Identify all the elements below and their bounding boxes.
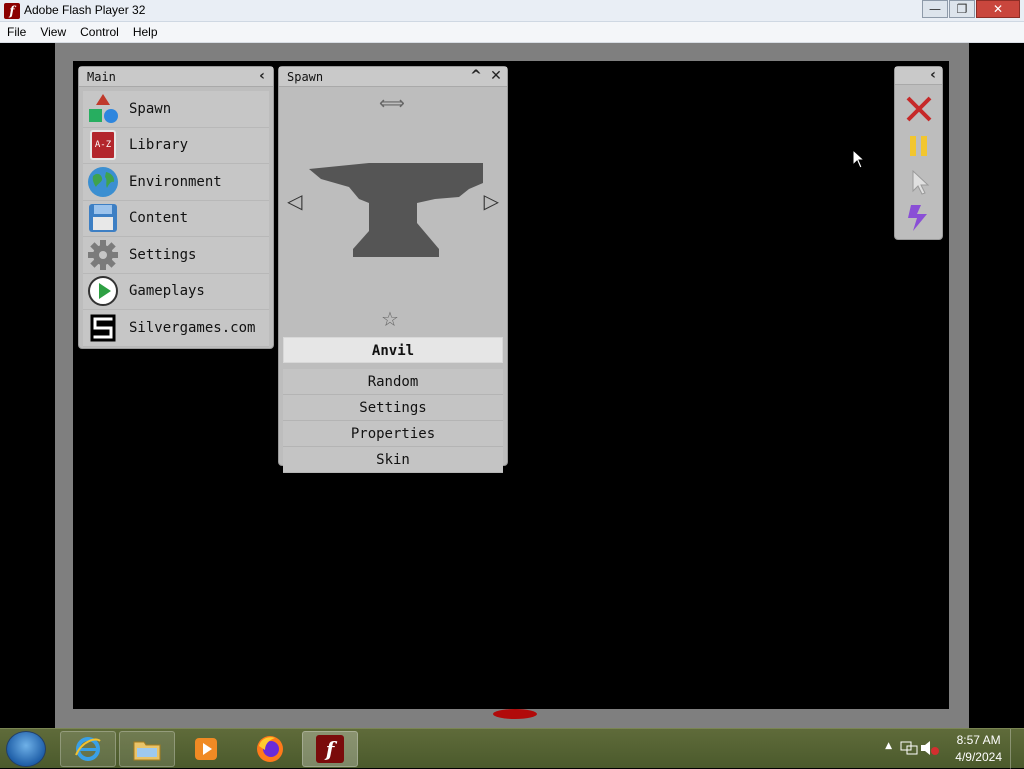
title-bar: f Adobe Flash Player 32 — ❐ ✕ <box>0 0 1024 22</box>
main-panel-title: Main <box>87 70 116 84</box>
window-title: Adobe Flash Player 32 <box>24 3 146 17</box>
main-item-library[interactable]: A-Z Library <box>83 127 269 164</box>
main-panel: Main ‹ Spawn A-Z Library Environment Con… <box>78 66 274 349</box>
clock-date: 4/9/2024 <box>955 750 1002 764</box>
flash-player-icon[interactable]: f <box>302 731 358 767</box>
main-item-label: Library <box>129 137 189 154</box>
main-item-spawn[interactable]: Spawn <box>83 91 269 128</box>
tray-expand-icon[interactable]: ▲ <box>885 741 892 751</box>
window-controls: — ❐ ✕ <box>921 0 1020 18</box>
main-item-gameplays[interactable]: Gameplays <box>83 273 269 310</box>
minimize-button[interactable]: — <box>922 0 948 18</box>
pause-icon[interactable] <box>909 135 929 161</box>
firefox-icon[interactable] <box>242 731 298 767</box>
main-item-label: Spawn <box>129 100 172 117</box>
menu-control[interactable]: Control <box>73 22 126 42</box>
internet-explorer-icon[interactable] <box>60 731 116 767</box>
spawn-panel-title: Spawn <box>287 70 324 84</box>
taskbar-clock[interactable]: 8:57 AM 4/9/2024 <box>955 732 1002 766</box>
lightning-icon[interactable] <box>905 203 933 237</box>
collapse-chevron-icon[interactable]: ‹ <box>924 67 942 85</box>
main-item-content[interactable]: Content <box>83 200 269 237</box>
main-item-label: Gameplays <box>129 283 205 300</box>
media-player-icon[interactable] <box>178 731 234 767</box>
main-item-label: Environment <box>129 173 222 190</box>
play-icon <box>83 275 123 307</box>
close-icon[interactable]: ✕ <box>487 68 505 86</box>
spawn-panel-header[interactable]: Spawn ^ ✕ <box>279 67 507 87</box>
skin-button[interactable]: Skin <box>283 447 503 473</box>
silvergames-logo-icon <box>83 312 123 344</box>
next-arrow-icon[interactable]: ▷ <box>484 189 499 213</box>
menu-view[interactable]: View <box>33 22 73 42</box>
globe-icon <box>83 166 123 198</box>
floppy-disk-icon <box>83 202 123 234</box>
network-icon[interactable] <box>900 740 918 760</box>
volume-muted-icon[interactable] <box>920 740 940 760</box>
main-panel-header[interactable]: Main ‹ <box>79 67 273 87</box>
main-item-label: Settings <box>129 246 197 263</box>
flash-taskbar-glyph: f <box>316 735 344 763</box>
selected-item-anvil[interactable]: Anvil <box>283 337 503 363</box>
pointer-icon[interactable] <box>911 169 931 199</box>
main-item-settings[interactable]: Settings <box>83 237 269 274</box>
main-menu-list: Spawn A-Z Library Environment Content Se… <box>79 87 273 347</box>
library-book-text: A-Z <box>90 130 116 161</box>
close-button[interactable]: ✕ <box>976 0 1020 18</box>
main-item-label: Content <box>129 210 189 227</box>
spawn-panel: Spawn ^ ✕ ⟺ ◁ ▷ ☆ Anvil Random Settings … <box>278 66 508 473</box>
menu-bar: File View Control Help <box>0 22 1024 43</box>
mouse-cursor-icon <box>852 148 866 173</box>
properties-button[interactable]: Properties <box>283 421 503 447</box>
start-button[interactable] <box>6 731 46 767</box>
gear-icon <box>83 239 123 271</box>
tool-panel: ‹ <box>894 66 943 240</box>
shapes-icon <box>83 93 123 125</box>
library-book-icon: A-Z <box>83 129 123 161</box>
spawn-settings-button[interactable]: Settings <box>283 395 503 421</box>
menu-help[interactable]: Help <box>126 22 165 42</box>
collapse-chevron-icon[interactable]: ‹ <box>253 68 271 86</box>
delete-x-icon[interactable] <box>905 95 933 127</box>
random-button[interactable]: Random <box>283 369 503 395</box>
prev-arrow-icon[interactable]: ◁ <box>287 189 302 213</box>
taskbar: f ▲ 8:57 AM 4/9/2024 <box>0 728 1024 769</box>
clock-time: 8:57 AM <box>956 733 1001 747</box>
tool-panel-header[interactable]: ‹ <box>895 67 942 85</box>
flash-app-icon: f <box>4 3 20 19</box>
red-object <box>493 709 537 719</box>
collapse-up-icon[interactable]: ^ <box>467 68 485 86</box>
file-explorer-icon[interactable] <box>119 731 175 767</box>
main-item-silvergames[interactable]: Silvergames.com <box>83 310 269 347</box>
show-desktop-button[interactable] <box>1010 729 1024 769</box>
move-arrows-icon[interactable]: ⟺ <box>379 93 405 114</box>
menu-file[interactable]: File <box>0 22 33 42</box>
anvil-preview <box>309 163 483 257</box>
maximize-button[interactable]: ❐ <box>949 0 975 18</box>
spawn-preview: ⟺ ◁ ▷ ☆ <box>279 87 507 337</box>
favorite-star-icon[interactable]: ☆ <box>381 307 399 331</box>
main-item-environment[interactable]: Environment <box>83 164 269 201</box>
main-item-label: Silvergames.com <box>129 319 256 336</box>
